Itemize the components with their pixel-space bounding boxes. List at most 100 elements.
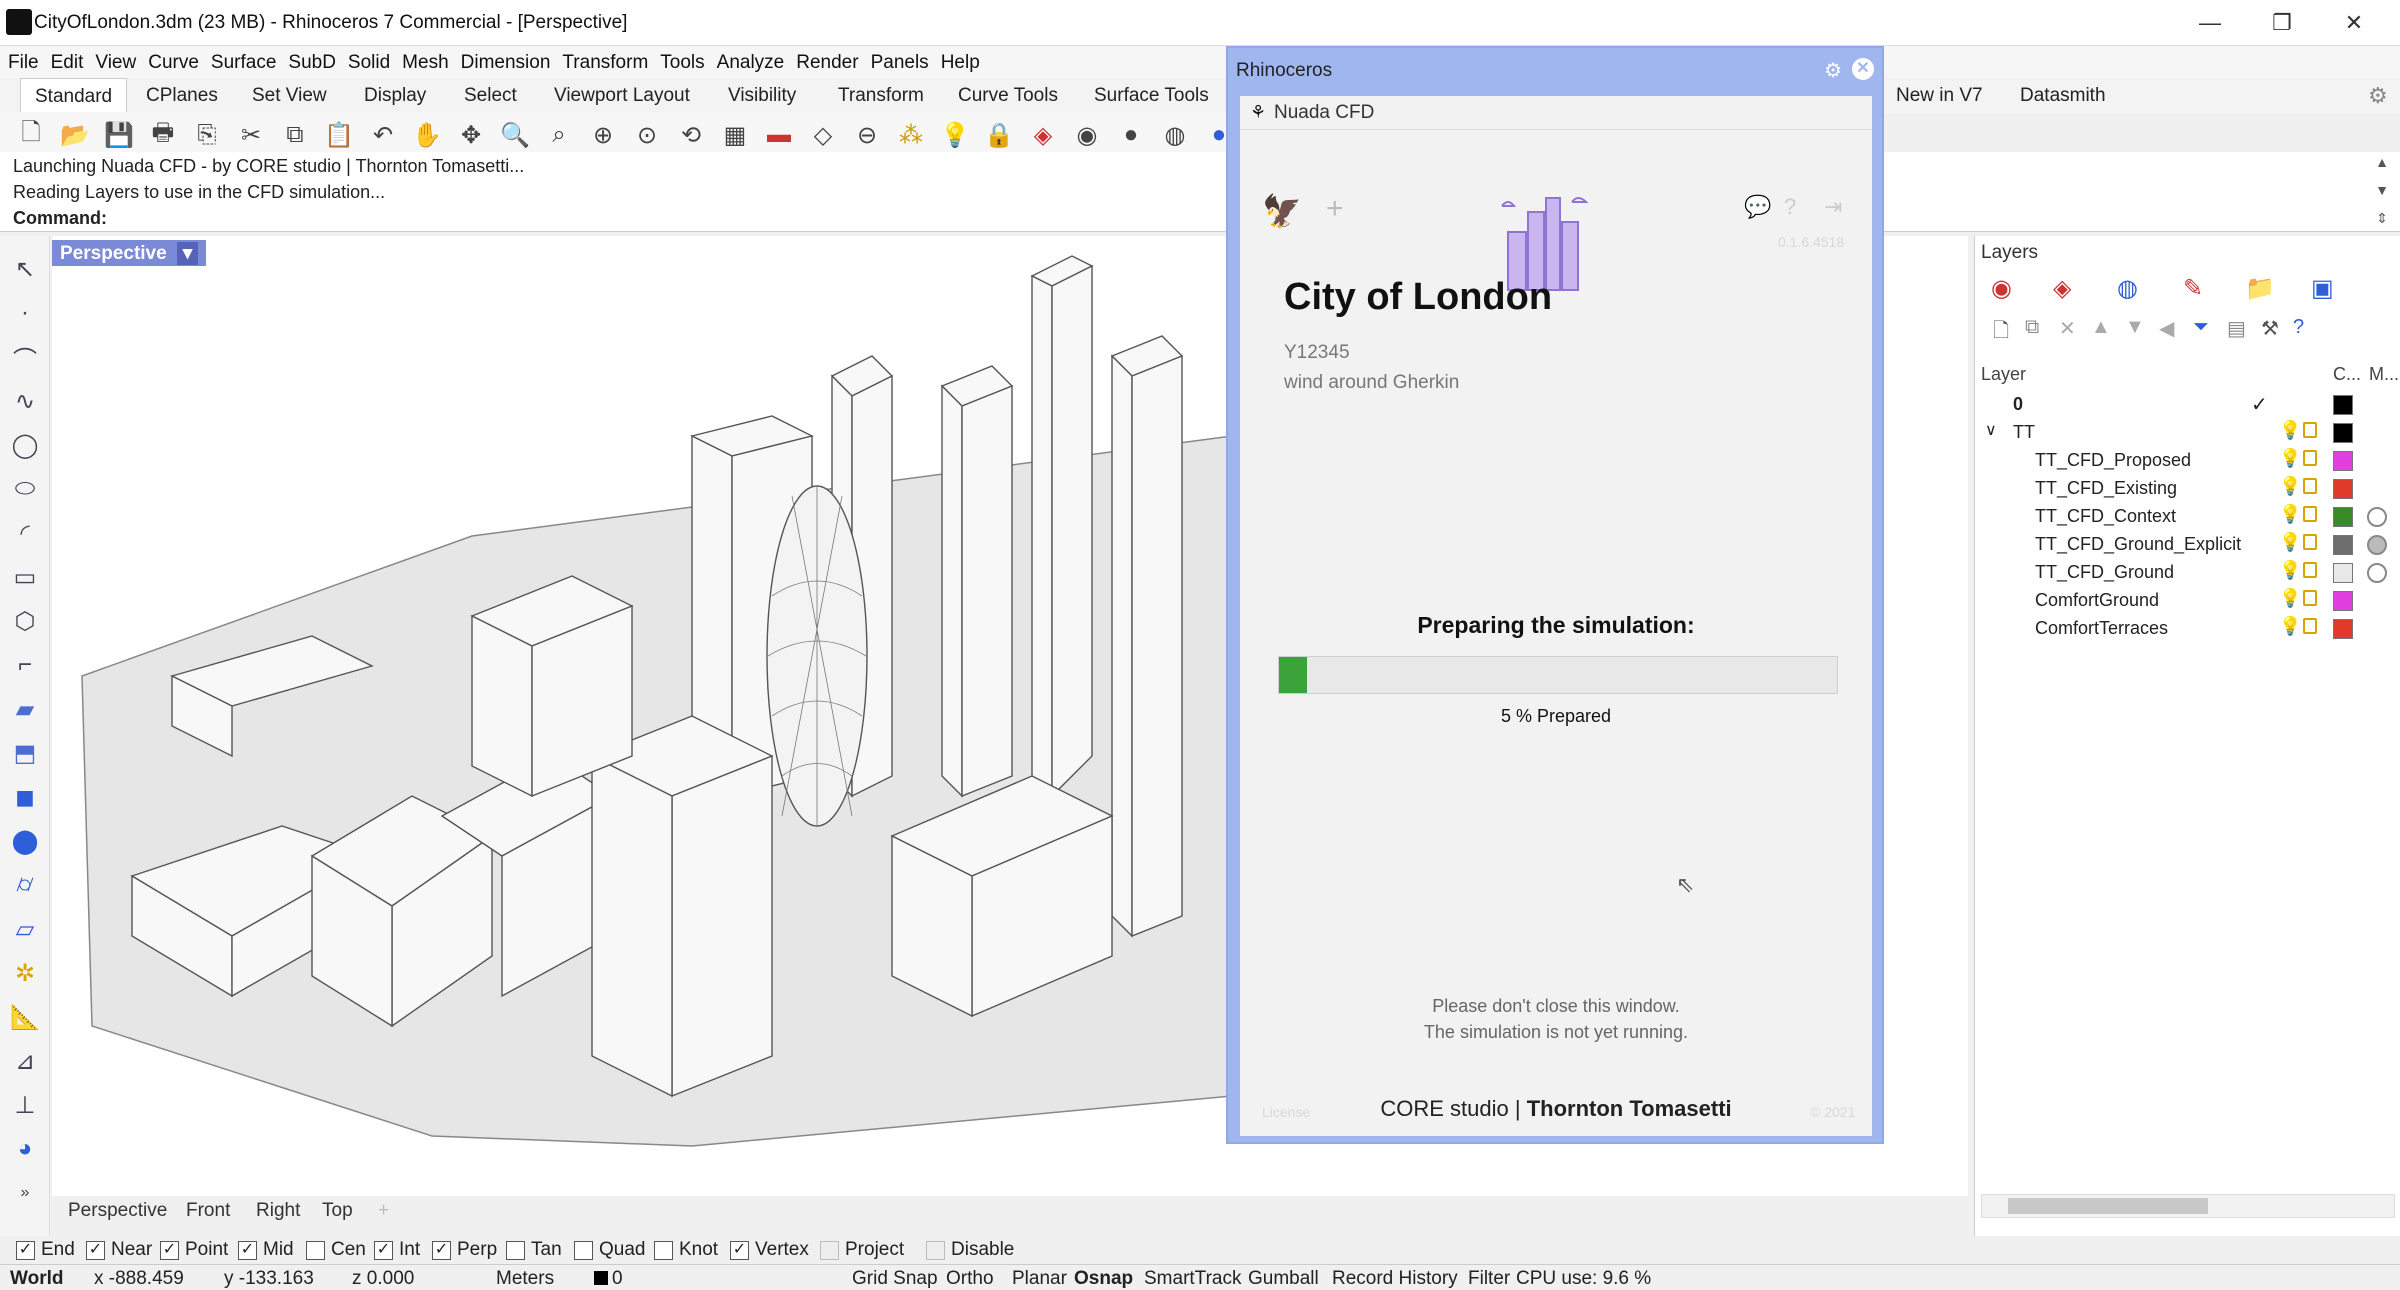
horizontal-scrollbar[interactable] (1981, 1194, 2395, 1218)
layer-color-swatch[interactable] (2333, 619, 2353, 639)
osnap-disable[interactable]: Disable (926, 1239, 1014, 1261)
new-layer-icon[interactable]: 🗋 (1993, 316, 2009, 350)
color-column-header[interactable]: C... (2333, 364, 2361, 385)
copy-layer-icon[interactable]: ▤ (2227, 316, 2246, 341)
color-wheel-icon[interactable]: ◉ (1991, 274, 2012, 303)
add-viewport-icon[interactable]: + (378, 1200, 389, 1222)
cplane-tool-icon[interactable]: ⊥ (8, 1088, 42, 1122)
current-layer-check-icon[interactable]: ✓ (2251, 392, 2268, 417)
new-sublayer-icon[interactable]: ⧉ (2025, 316, 2039, 339)
logout-icon[interactable]: ⇥ (1824, 194, 1842, 220)
chat-icon[interactable]: 💬 (1744, 194, 1771, 220)
osnap-end-checkbox[interactable]: ✓ (16, 1240, 35, 1260)
osnap-cen[interactable]: Cen (306, 1239, 366, 1261)
command-prompt[interactable]: Command: (13, 208, 107, 229)
open-file-icon[interactable]: 📂 (58, 118, 92, 152)
cylinder-icon[interactable]: ⌭ (8, 868, 42, 902)
filter-icon[interactable]: ⏷ (2193, 316, 2209, 339)
vp-tab-front[interactable]: Front (186, 1200, 230, 1222)
zoom-icon[interactable]: 🔍 (498, 118, 532, 152)
lock-icon[interactable] (2303, 506, 2317, 522)
filter-toggle[interactable]: Filter (1468, 1268, 1510, 1290)
undo-view-icon[interactable]: ⟲ (674, 118, 708, 152)
pan-icon[interactable]: ✋ (410, 118, 444, 152)
osnap-quad-checkbox[interactable] (574, 1240, 593, 1260)
undo-icon[interactable]: ↶ (366, 118, 400, 152)
paste-icon[interactable]: 📋 (322, 118, 356, 152)
display-icon[interactable]: ▣ (2311, 274, 2334, 303)
lock-icon[interactable] (2303, 618, 2317, 634)
osnap-perp[interactable]: ✓ Perp (432, 1239, 497, 1261)
cplane-indicator[interactable]: World (10, 1268, 63, 1290)
polygon-icon[interactable]: ⬡ (8, 604, 42, 638)
material-column-header[interactable]: M... (2369, 364, 2399, 385)
move-up-icon[interactable]: ▲ (2091, 316, 2111, 339)
cplane-icon[interactable]: ◇ (806, 118, 840, 152)
units-label[interactable]: Meters (496, 1268, 554, 1290)
surface-icon[interactable]: ▰ (8, 692, 42, 726)
viewport-label[interactable]: Perspective ▾ (52, 240, 207, 266)
export-icon[interactable]: ⎘ (190, 118, 224, 152)
transform-gear-icon[interactable]: ✲ (8, 956, 42, 990)
osnap-near[interactable]: ✓ Near (86, 1239, 152, 1261)
layer-row-tt[interactable]: ∨ TT 💡 (1975, 418, 2395, 446)
layer-color-swatch[interactable] (2333, 591, 2353, 611)
tab-cplanes[interactable]: CPlanes (146, 78, 218, 114)
move-out-icon[interactable]: ◀ (2159, 316, 2174, 341)
dialog-close-button[interactable]: ✕ (1852, 58, 1874, 80)
visibility-bulb-icon[interactable]: 💡 (2279, 504, 2301, 525)
vp-tab-perspective[interactable]: Perspective (68, 1200, 167, 1222)
menu-subd[interactable]: SubD (288, 46, 336, 74)
grid-snap-toggle[interactable]: Grid Snap (852, 1268, 938, 1290)
extrude-icon[interactable]: ⬒ (8, 736, 42, 770)
osnap-int-checkbox[interactable]: ✓ (374, 1240, 393, 1260)
shaded-sphere-icon[interactable]: ● (1114, 118, 1148, 152)
zoom-extents-icon[interactable]: ⊕ (586, 118, 620, 152)
osnap-toggle[interactable]: Osnap (1074, 1268, 1133, 1290)
zoom-selected-icon[interactable]: ⊙ (630, 118, 664, 152)
tab-new-in-v7[interactable]: New in V7 (1896, 78, 1983, 114)
osnap-vertex-checkbox[interactable]: ✓ (730, 1240, 749, 1260)
close-button[interactable]: ✕ (2324, 6, 2384, 40)
minimize-button[interactable]: — (2180, 6, 2240, 40)
lightbulb-icon[interactable]: 💡 (938, 118, 972, 152)
osnap-end[interactable]: ✓ End (16, 1239, 75, 1261)
tab-curve-tools[interactable]: Curve Tools (958, 78, 1058, 114)
current-layer[interactable]: 0 (612, 1268, 623, 1290)
tab-datasmith[interactable]: Datasmith (2020, 78, 2106, 114)
boolean-icon[interactable]: ⬤ (8, 824, 42, 858)
scroll-down-icon[interactable]: ▼ (2372, 182, 2392, 198)
layer-row-tt-cfd-ground-explicit[interactable]: TT_CFD_Ground_Explicit 💡 (1975, 530, 2395, 558)
tab-surface-tools[interactable]: Surface Tools (1094, 78, 1209, 114)
rectangle-icon[interactable]: ▭ (8, 560, 42, 594)
menu-view[interactable]: View (95, 46, 136, 74)
visibility-bulb-icon[interactable]: 💡 (2279, 476, 2301, 497)
copy-icon[interactable]: ⧉ (278, 118, 312, 152)
menu-file[interactable]: File (8, 46, 39, 74)
menu-edit[interactable]: Edit (51, 46, 84, 74)
menu-mesh[interactable]: Mesh (402, 46, 448, 74)
menu-tools[interactable]: Tools (660, 46, 704, 74)
tab-set-view[interactable]: Set View (252, 78, 327, 114)
menu-render[interactable]: Render (796, 46, 858, 74)
gumball-toggle[interactable]: Gumball (1248, 1268, 1319, 1290)
tab-display[interactable]: Display (364, 78, 426, 114)
smarttrack-toggle[interactable]: SmartTrack (1144, 1268, 1241, 1290)
expand-chevron-icon[interactable]: ∨ (1985, 420, 1997, 440)
layer-color-swatch[interactable] (2333, 479, 2353, 499)
tab-standard[interactable]: Standard (20, 78, 128, 114)
lock-icon[interactable] (2303, 562, 2317, 578)
layer-icon[interactable]: ◈ (1026, 118, 1060, 152)
arc-icon[interactable]: ◜ (8, 516, 42, 550)
car-icon[interactable]: ▬ (762, 118, 796, 152)
rotate-view-icon[interactable]: ✥ (454, 118, 488, 152)
expand-toolbar-icon[interactable]: » (8, 1176, 42, 1210)
delete-layer-icon[interactable]: ✕ (2059, 316, 2076, 341)
osnap-point[interactable]: ✓ Point (160, 1239, 228, 1261)
vp-tab-right[interactable]: Right (256, 1200, 300, 1222)
layer-color-swatch[interactable] (2333, 535, 2353, 555)
restore-button[interactable]: ❐ (2252, 6, 2312, 40)
osnap-knot-checkbox[interactable] (654, 1240, 673, 1260)
lock-icon[interactable] (2303, 478, 2317, 494)
layer-color-swatch[interactable] (2333, 507, 2353, 527)
